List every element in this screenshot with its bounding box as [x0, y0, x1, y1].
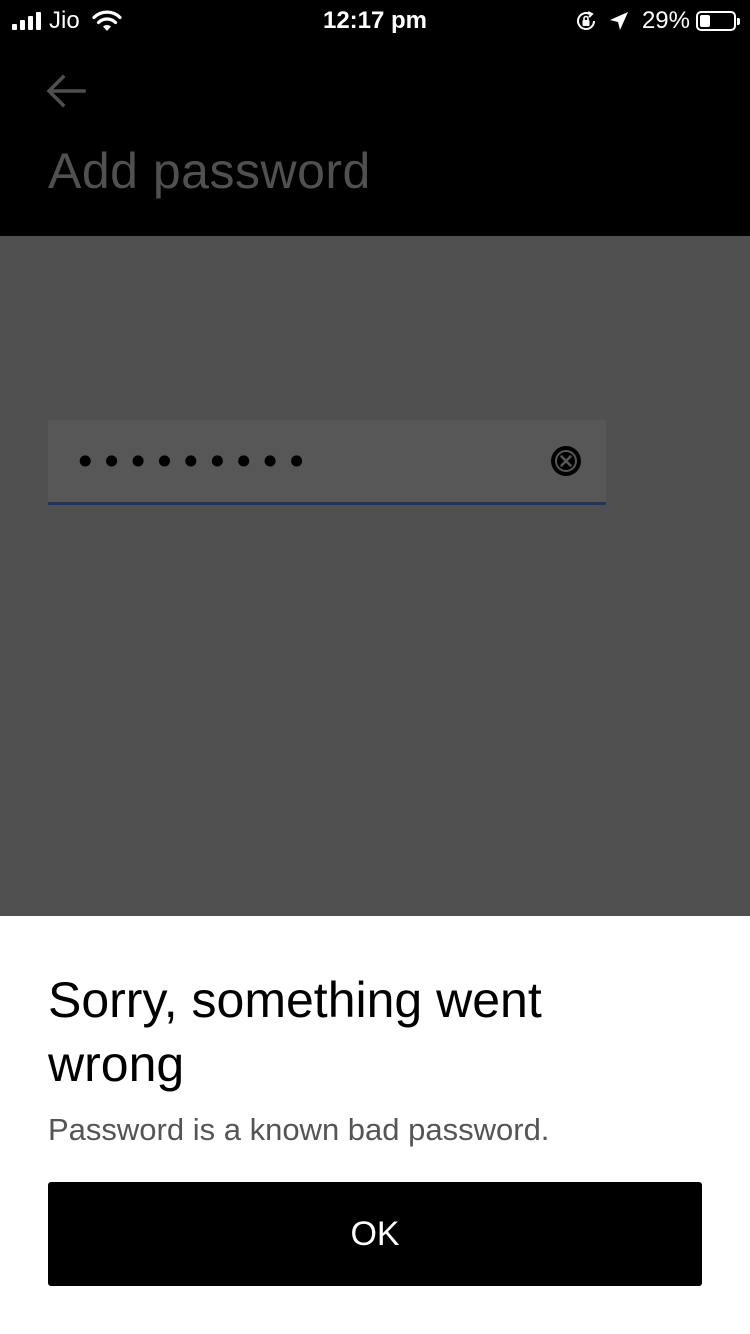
- page-title: Add password: [48, 143, 371, 199]
- rotation-lock-icon: [576, 11, 595, 30]
- dialog-title: Sorry, something went wrong: [48, 972, 542, 1092]
- battery-percent: 29%: [641, 7, 690, 34]
- arrow-left-icon[interactable]: [46, 74, 86, 108]
- status-bar: Jio 12:17 pm 29%: [0, 0, 750, 44]
- location-arrow-icon: [609, 12, 628, 30]
- clear-circle-x-icon[interactable]: [550, 445, 582, 477]
- battery-icon: [696, 11, 740, 31]
- password-input[interactable]: [72, 420, 536, 504]
- header: Add password: [0, 44, 750, 236]
- dialog-message: Password is a known bad password.: [48, 1112, 550, 1147]
- status-right: 29%: [574, 6, 740, 36]
- error-dialog: Sorry, something went wrong Password is …: [0, 916, 750, 1334]
- password-field[interactable]: [48, 420, 606, 505]
- ok-button[interactable]: OK: [48, 1182, 702, 1286]
